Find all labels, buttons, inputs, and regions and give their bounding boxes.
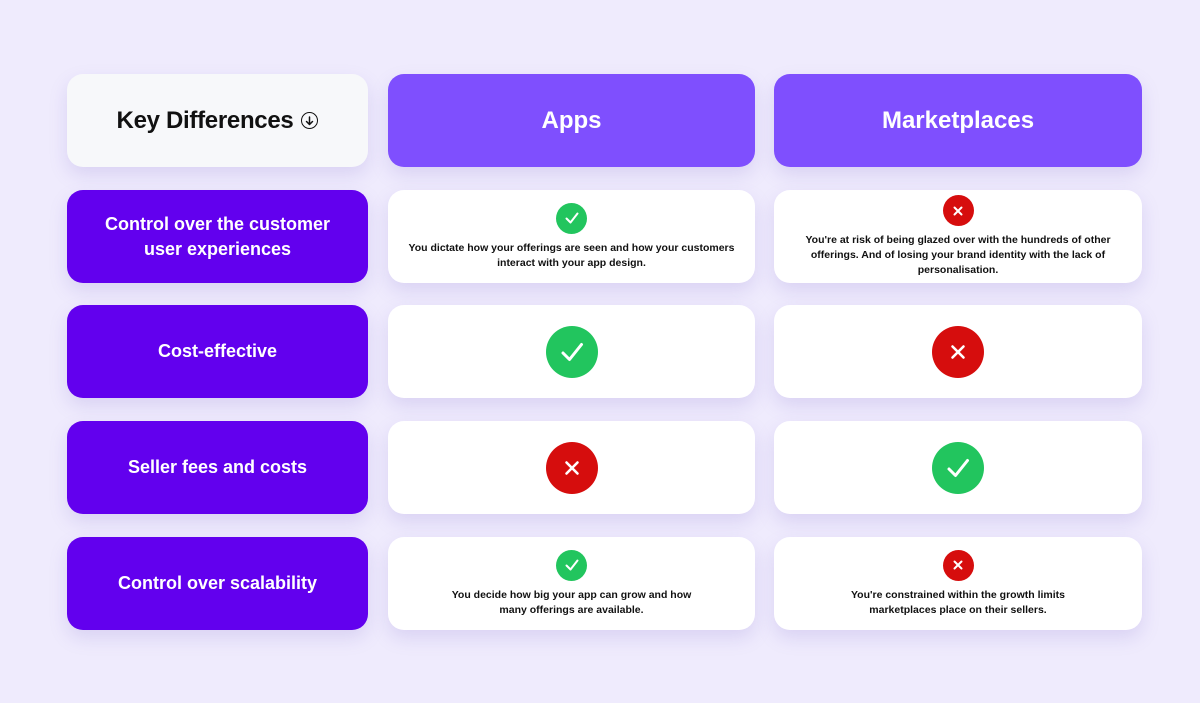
key-differences-header: Key Differences [67,74,368,167]
row-label-text: Cost-effective [157,341,278,361]
row-label-text: Seller fees and costs [127,457,308,477]
cross-icon [942,195,974,226]
check-icon [556,202,587,234]
column-header-marketplaces: Marketplaces [774,74,1142,167]
row-label-text: Control over the customer user experienc… [104,213,331,259]
cell-description: You're at risk of being glazed over with… [805,234,1111,276]
row-label-customer-experience: Control over the customer user experienc… [67,190,368,283]
marketplaces-customer-experience-cell: You're at risk of being glazed over with… [774,190,1142,283]
check-icon [545,325,598,378]
marketplaces-scalability-cell: You're constrained within the growth lim… [774,537,1142,630]
row-label-text: Control over scalability [117,573,318,593]
check-icon [932,441,984,494]
cell-description: You dictate how your offerings are seen … [408,241,735,269]
row-label-seller-fees: Seller fees and costs [67,421,368,514]
apps-scalability-cell: You decide how big your app can grow and… [388,537,755,630]
cell-description: You're constrained within the growth lim… [850,588,1066,616]
apps-seller-fees-cell [388,421,755,514]
column-title-apps: Apps [541,106,602,134]
marketplaces-cost-effective-cell [774,305,1142,398]
row-label-cost-effective: Cost-effective [67,305,368,398]
column-header-apps: Apps [388,74,755,167]
apps-cost-effective-cell [388,305,755,398]
cross-icon [545,441,598,494]
cell-description: You decide how big your app can grow and… [451,588,692,616]
cross-icon [932,325,984,378]
check-icon [556,549,587,581]
row-label-scalability: Control over scalability [67,537,368,630]
apps-customer-experience-cell: You dictate how your offerings are seen … [388,190,755,283]
column-title-marketplaces: Marketplaces [881,106,1035,134]
cross-icon [942,549,974,581]
marketplaces-seller-fees-cell [774,421,1142,514]
key-differences-title: Key Differences [116,106,294,134]
arrow-down-circle-icon [301,112,319,129]
